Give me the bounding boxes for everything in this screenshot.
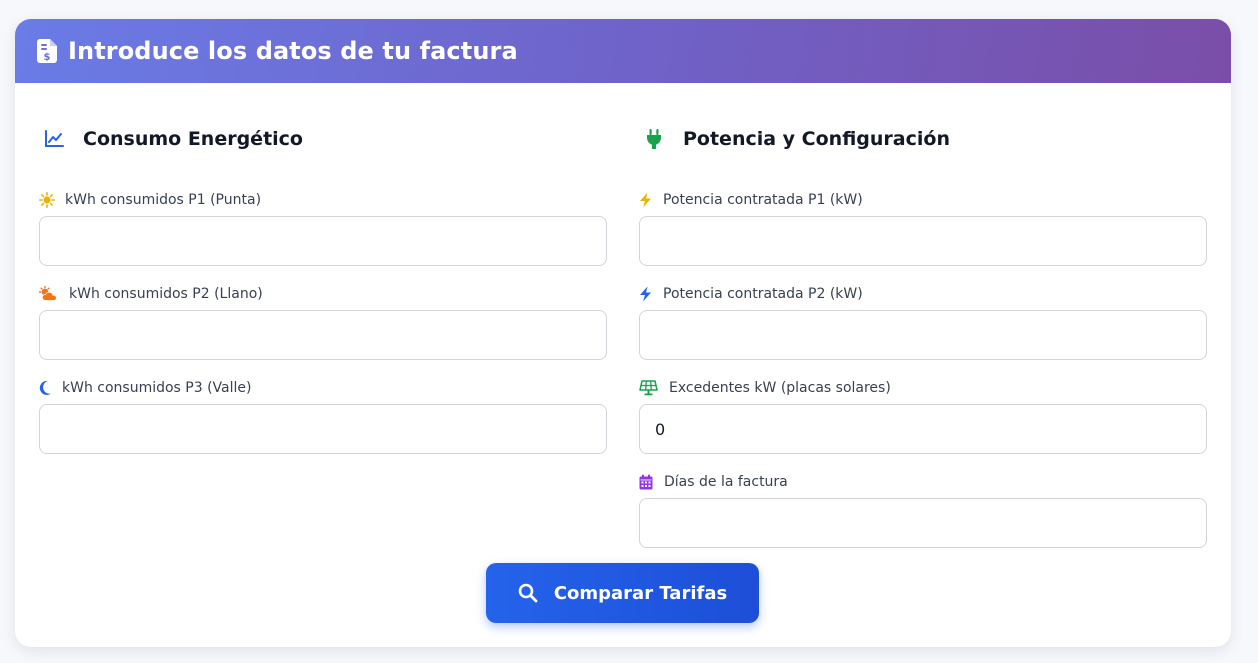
compare-tariffs-button[interactable]: Comparar Tarifas bbox=[486, 563, 759, 623]
label-text: Potencia contratada P1 (kW) bbox=[663, 192, 863, 208]
power-p1-input[interactable] bbox=[639, 216, 1207, 266]
field-power-p2: Potencia contratada P2 (kW) bbox=[639, 284, 1207, 360]
field-kwh-p2: kWh consumidos P2 (Llano) bbox=[39, 284, 607, 360]
section-title-power: Potencia y Configuración bbox=[639, 124, 950, 154]
bolt-icon bbox=[640, 192, 651, 208]
kwh-p2-input[interactable] bbox=[39, 310, 607, 360]
kwh-p3-input[interactable] bbox=[39, 404, 607, 454]
surplus-kw-input[interactable] bbox=[639, 404, 1207, 454]
field-label: kWh consumidos P2 (Llano) bbox=[39, 284, 607, 304]
field-label: Potencia contratada P2 (kW) bbox=[639, 284, 1207, 304]
kwh-p1-input[interactable] bbox=[39, 216, 607, 266]
plug-icon bbox=[647, 129, 661, 149]
invoice-form-card: $ Introduce los datos de tu factura Cons… bbox=[15, 19, 1231, 647]
button-label: Comparar Tarifas bbox=[553, 582, 728, 604]
card-header: $ Introduce los datos de tu factura bbox=[15, 19, 1231, 83]
cloud-sun-icon bbox=[39, 286, 57, 301]
label-text: Potencia contratada P2 (kW) bbox=[663, 286, 863, 302]
field-power-p1: Potencia contratada P1 (kW) bbox=[639, 190, 1207, 266]
label-text: Excedentes kW (placas solares) bbox=[669, 380, 891, 396]
sun-icon bbox=[39, 192, 55, 208]
moon-icon bbox=[39, 380, 51, 395]
field-label: Días de la factura bbox=[639, 472, 1207, 492]
invoice-dollar-icon: $ bbox=[37, 39, 57, 63]
field-kwh-p1: kWh consumidos P1 (Punta) bbox=[39, 190, 607, 266]
label-text: kWh consumidos P1 (Punta) bbox=[65, 192, 262, 208]
search-icon bbox=[518, 583, 538, 603]
page-title: Introduce los datos de tu factura bbox=[68, 37, 518, 65]
section-heading: Consumo Energético bbox=[83, 128, 303, 150]
field-label: Potencia contratada P1 (kW) bbox=[639, 190, 1207, 210]
chart-line-icon bbox=[45, 130, 64, 147]
field-label: kWh consumidos P1 (Punta) bbox=[39, 190, 607, 210]
field-label: Excedentes kW (placas solares) bbox=[639, 378, 1207, 398]
label-text: kWh consumidos P3 (Valle) bbox=[62, 380, 252, 396]
label-text: Días de la factura bbox=[664, 474, 788, 490]
solar-panel-icon bbox=[639, 380, 658, 396]
section-title-consumption: Consumo Energético bbox=[39, 124, 303, 154]
field-surplus: Excedentes kW (placas solares) bbox=[639, 378, 1207, 454]
invoice-days-input[interactable] bbox=[639, 498, 1207, 548]
field-kwh-p3: kWh consumidos P3 (Valle) bbox=[39, 378, 607, 454]
bolt-icon bbox=[640, 286, 651, 302]
field-invoice-days: Días de la factura bbox=[639, 472, 1207, 548]
field-label: kWh consumidos P3 (Valle) bbox=[39, 378, 607, 398]
calendar-icon bbox=[639, 474, 653, 490]
power-p2-input[interactable] bbox=[639, 310, 1207, 360]
section-heading: Potencia y Configuración bbox=[683, 128, 950, 150]
svg-text:$: $ bbox=[44, 52, 51, 63]
label-text: kWh consumidos P2 (Llano) bbox=[69, 286, 263, 302]
